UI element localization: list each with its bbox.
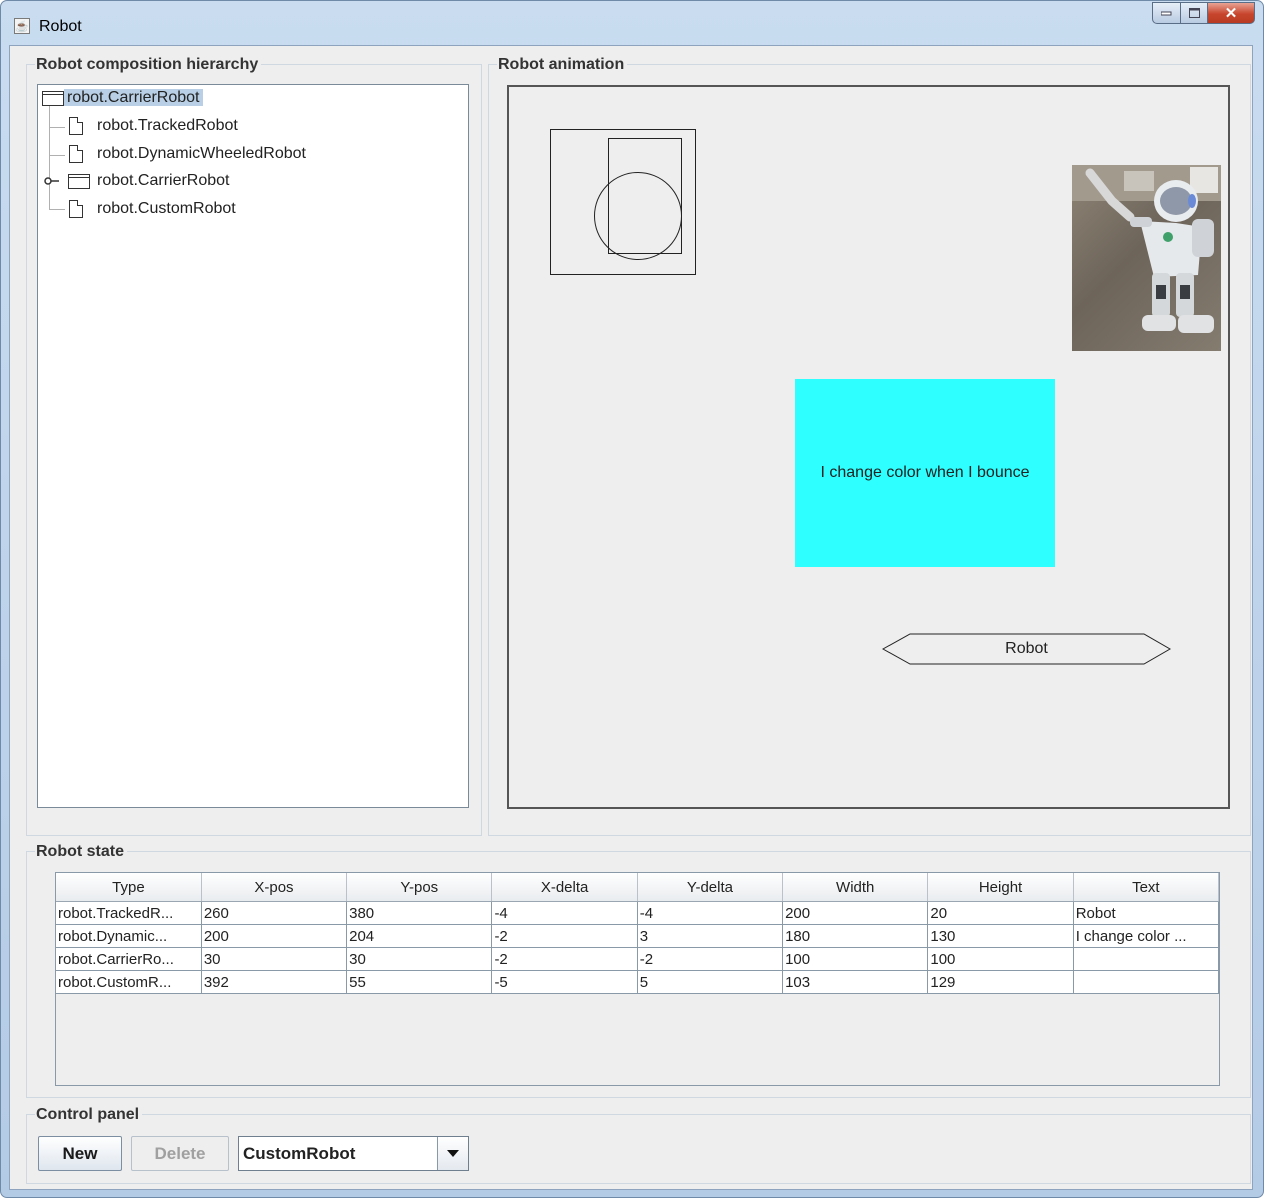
table-cell[interactable]: 392 [201,970,348,994]
table-cell[interactable]: -4 [491,901,638,925]
maximize-button[interactable] [1181,2,1208,24]
table-cell[interactable]: -2 [637,947,784,971]
tree-node-carrier[interactable]: robot.CarrierRobot [68,170,233,192]
table-cell[interactable]: 30 [346,947,493,971]
state-table[interactable]: Type X-pos Y-pos X-delta Y-delta Width H… [56,873,1219,994]
tree-node-tracked[interactable]: robot.TrackedRobot [68,115,241,137]
table-cell[interactable] [1073,970,1219,994]
new-button[interactable]: New [38,1136,122,1171]
table-header-row: Type X-pos Y-pos X-delta Y-delta Width H… [56,873,1219,902]
tree-guide-line [49,103,50,210]
table-cell[interactable]: -5 [491,970,638,994]
table-cell[interactable]: I change color ... [1073,924,1219,948]
table-row[interactable]: robot.CarrierRo... 30 30 -2 -2 100 100 [56,947,1219,971]
table-cell[interactable]: 100 [927,947,1074,971]
close-icon: ✕ [1224,5,1238,22]
table-cell[interactable]: 103 [782,970,929,994]
table-cell[interactable]: robot.Dynamic... [56,924,202,948]
minimize-icon [1161,11,1172,15]
table-cell[interactable]: 204 [346,924,493,948]
tree-node-custom[interactable]: robot.CustomRobot [68,198,239,220]
column-header-y-delta[interactable]: Y-delta [637,873,784,902]
java-cup-icon: ☕ [14,18,30,34]
state-table-container[interactable]: Type X-pos Y-pos X-delta Y-delta Width H… [55,872,1220,1086]
table-cell[interactable]: 200 [782,901,929,925]
column-header-x-pos[interactable]: X-pos [201,873,348,902]
tree-node-dynamic[interactable]: robot.DynamicWheeledRobot [68,143,309,165]
hierarchy-panel-title: Robot composition hierarchy [35,56,262,74]
robot-type-select[interactable]: CustomRobot [238,1136,469,1171]
tree-node-label: robot.CarrierRobot [97,172,230,189]
file-icon [69,145,83,163]
dynamic-robot-box: I change color when I bounce [795,379,1055,567]
tree-guide-line [49,155,65,156]
table-cell[interactable]: -2 [491,924,638,948]
table-cell[interactable]: 200 [201,924,348,948]
table-cell[interactable] [1073,947,1219,971]
tree-node-label: robot.CustomRobot [97,200,236,217]
file-icon [69,200,83,218]
table-row[interactable]: robot.CustomR... 392 55 -5 5 103 129 [56,970,1219,994]
animation-panel-title: Robot animation [497,56,628,74]
state-panel-title: Robot state [35,843,127,861]
dynamic-robot-text: I change color when I bounce [820,464,1030,481]
tree-node-label: robot.CarrierRobot [64,89,203,106]
file-icon [69,117,83,135]
client-area: Robot composition hierarchy robot.Carrie… [9,45,1253,1190]
table-cell[interactable]: 100 [782,947,929,971]
tree-guide-line [49,209,65,210]
humanoid-robot-icon [1072,165,1221,333]
carrier-robot-shape [550,129,696,275]
table-cell[interactable]: robot.TrackedR... [56,901,202,925]
tree-node-root[interactable]: robot.CarrierRobot [38,87,203,109]
folder-icon [68,174,90,189]
column-header-type[interactable]: Type [56,873,202,902]
table-cell[interactable]: robot.CarrierRo... [56,947,202,971]
chevron-down-icon [447,1149,459,1157]
table-cell[interactable]: -2 [491,947,638,971]
carrier-inner-circle [594,172,682,260]
column-header-width[interactable]: Width [782,873,929,902]
table-cell[interactable]: Robot [1073,901,1219,925]
table-cell[interactable]: 260 [201,901,348,925]
table-cell[interactable]: 30 [201,947,348,971]
window-controls: ✕ [1152,2,1255,26]
custom-robot-image [1072,165,1221,351]
table-cell[interactable]: 129 [927,970,1074,994]
tree-node-label: robot.DynamicWheeledRobot [97,145,306,162]
column-header-x-delta[interactable]: X-delta [491,873,638,902]
tree-expand-handle-icon[interactable] [44,176,60,186]
table-cell[interactable]: 380 [346,901,493,925]
minimize-button[interactable] [1152,2,1181,24]
dropdown-arrow-button[interactable] [437,1137,468,1170]
tracked-robot-text: Robot [1005,640,1048,657]
table-cell[interactable]: 3 [637,924,784,948]
close-button[interactable]: ✕ [1208,2,1255,24]
window-title: Robot [39,18,82,35]
column-header-y-pos[interactable]: Y-pos [346,873,493,902]
control-panel-title: Control panel [35,1106,143,1124]
table-row[interactable]: robot.TrackedR... 260 380 -4 -4 200 20 R… [56,901,1219,925]
animation-canvas[interactable]: I change color when I bounce Robot [507,85,1230,809]
hierarchy-tree[interactable]: robot.CarrierRobot robot.TrackedRobot ro… [37,84,469,808]
tracked-robot-shape: Robot [882,633,1171,665]
robot-type-value: CustomRobot [243,1144,356,1163]
table-cell[interactable]: 5 [637,970,784,994]
table-cell[interactable]: robot.CustomR... [56,970,202,994]
title-bar[interactable]: ☕ Robot ✕ [1,1,1263,45]
open-folder-icon [42,91,64,106]
table-cell[interactable]: 130 [927,924,1074,948]
maximize-icon [1188,8,1200,18]
table-cell[interactable]: 180 [782,924,929,948]
delete-button[interactable]: Delete [131,1136,229,1171]
tree-node-label: robot.TrackedRobot [97,117,238,134]
tree-guide-line [49,127,65,128]
table-row[interactable]: robot.Dynamic... 200 204 -2 3 180 130 I … [56,924,1219,948]
table-cell[interactable]: 20 [927,901,1074,925]
column-header-height[interactable]: Height [927,873,1074,902]
table-cell[interactable]: 55 [346,970,493,994]
table-cell[interactable]: -4 [637,901,784,925]
column-header-text[interactable]: Text [1073,873,1219,902]
robot-window: ☕ Robot ✕ Robot composition hierarchy ro… [0,0,1264,1198]
